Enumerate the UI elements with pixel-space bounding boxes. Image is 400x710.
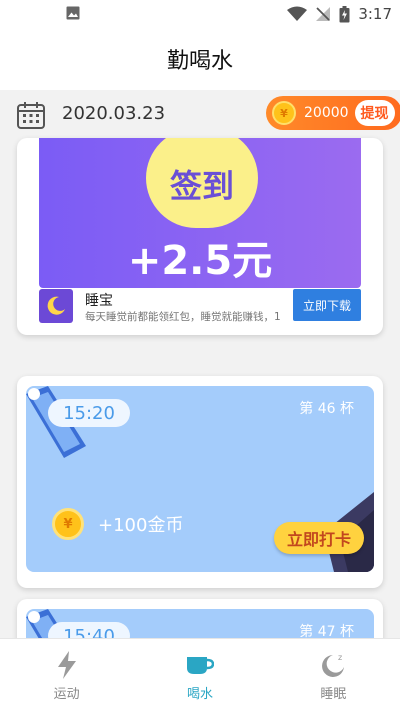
image-notification-icon <box>66 6 80 20</box>
moon-icon <box>47 296 65 315</box>
coin-balance-pill[interactable]: ¥ 20000 提现 <box>266 96 400 130</box>
ad-badge-text: 签到 <box>169 167 234 205</box>
nav-item-drink[interactable]: 喝水 <box>133 639 266 710</box>
date-bar: 2020.03.23 ¥ 20000 提现 <box>0 90 400 138</box>
drink-card-body: 15:20 第 46 杯 ¥ +100金币 立即打卡 <box>26 386 374 572</box>
current-date: 2020.03.23 <box>62 103 166 124</box>
coin-icon: ¥ <box>52 508 84 540</box>
coin-icon: ¥ <box>272 101 296 125</box>
ad-card[interactable]: 签到 +2.5元 睡宝 每天睡觉前都能领红包，睡觉就能赚钱，1 立即下载 <box>17 138 383 335</box>
reward-text: +100金币 <box>98 515 184 536</box>
battery-icon <box>339 5 350 22</box>
ad-app-name: 睡宝 <box>85 293 113 309</box>
svg-text:z: z <box>338 653 342 662</box>
reward: ¥ +100金币 <box>52 508 183 540</box>
app-bar: 勤喝水 <box>0 28 400 90</box>
wifi-icon <box>287 6 308 21</box>
cup-icon <box>186 657 214 674</box>
ad-footer: 睡宝 每天睡觉前都能领红包，睡觉就能赚钱，1 立即下载 <box>39 289 361 325</box>
nav-label: 睡眠 <box>320 687 347 702</box>
ad-app-icon <box>39 289 73 323</box>
no-signal-icon <box>316 7 331 21</box>
nav-label: 喝水 <box>186 687 213 702</box>
nav-label: 运动 <box>53 687 80 702</box>
status-bar: 3:17 <box>0 0 400 28</box>
bottom-nav: 运动 喝水 z 睡眠 <box>0 638 400 710</box>
drink-time: 15:20 <box>48 399 130 427</box>
checkin-button[interactable]: 立即打卡 <box>274 522 364 554</box>
download-button[interactable]: 立即下载 <box>293 289 361 321</box>
moon-icon: z <box>322 653 345 677</box>
ad-badge: 签到 <box>146 138 258 228</box>
ad-amount: +2.5元 <box>127 238 273 284</box>
ad-banner[interactable]: 签到 +2.5元 <box>39 138 361 288</box>
lightning-icon <box>57 651 76 679</box>
drink-card: 15:20 第 46 杯 ¥ +100金币 立即打卡 <box>17 376 383 588</box>
nav-item-sleep[interactable]: z 睡眠 <box>267 639 400 710</box>
page-title: 勤喝水 <box>166 49 233 74</box>
status-time: 3:17 <box>358 5 392 23</box>
withdraw-button[interactable]: 提现 <box>354 100 395 126</box>
ad-app-description: 每天睡觉前都能领红包，睡觉就能赚钱，1 <box>85 311 281 323</box>
calendar-icon[interactable] <box>16 100 46 130</box>
coin-balance: 20000 <box>304 105 349 121</box>
nav-item-exercise[interactable]: 运动 <box>0 639 133 710</box>
cup-number: 第 46 杯 <box>299 401 354 417</box>
